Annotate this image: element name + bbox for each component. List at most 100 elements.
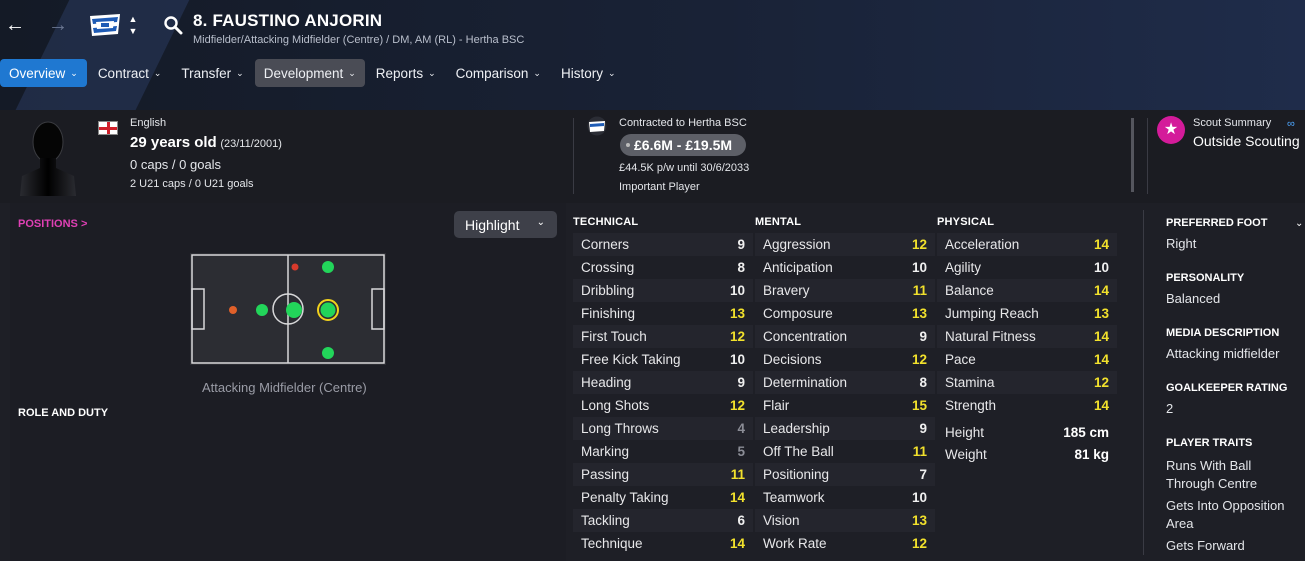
attribute-row[interactable]: Off The Ball 11 — [755, 440, 935, 463]
chevron-down-icon: ⌄ — [428, 67, 436, 78]
attribute-name: Long Shots — [581, 398, 650, 413]
u21-caps: 2 U21 caps / 0 U21 goals — [130, 178, 254, 190]
attribute-value: 6 — [737, 513, 745, 528]
forward-arrow-icon[interactable]: → — [47, 14, 69, 36]
attribute-name: Dribbling — [581, 283, 635, 298]
attribute-row[interactable]: Vision 13 — [755, 509, 935, 532]
tab-history[interactable]: History ⌄ — [552, 59, 625, 87]
tab-overview[interactable]: Overview ⌄ — [0, 59, 87, 87]
chevron-down-icon[interactable]: ⌄ — [1295, 218, 1303, 229]
chevron-down-icon: ⌄ — [607, 67, 616, 78]
goalkeeper-rating-heading: GOALKEEPER RATING — [1166, 382, 1288, 394]
attribute-name: Technique — [581, 536, 643, 551]
back-arrow-icon[interactable]: ← — [4, 14, 26, 36]
attribute-name: Natural Fitness — [945, 329, 1036, 344]
attribute-row[interactable]: Long Shots 12 — [573, 394, 753, 417]
tab-reports[interactable]: Reports ⌄ — [367, 59, 445, 87]
attribute-value: 7 — [919, 467, 927, 482]
attribute-row[interactable]: Passing 11 — [573, 463, 753, 486]
chevron-down-icon: ⌄ — [348, 67, 356, 78]
height-row: Height 185 cm — [945, 424, 1109, 440]
position-dot — [322, 261, 334, 273]
attribute-row[interactable]: Concentration 9 — [755, 325, 935, 348]
attribute-row[interactable]: Decisions 12 — [755, 348, 935, 371]
attribute-row[interactable]: Heading 9 — [573, 371, 753, 394]
attribute-row[interactable]: Acceleration 14 — [937, 233, 1117, 256]
attribute-name: Flair — [763, 398, 790, 413]
attribute-row[interactable]: Jumping Reach 13 — [937, 302, 1117, 325]
attribute-row[interactable]: Penalty Taking 14 — [573, 486, 753, 509]
chevron-down-icon: ⌄ — [70, 67, 78, 78]
attribute-value: 10 — [911, 260, 927, 275]
attribute-value: 12 — [911, 237, 927, 252]
attribute-row[interactable]: Natural Fitness 14 — [937, 325, 1117, 348]
attribute-row[interactable]: Pace 14 — [937, 348, 1117, 371]
binoculars-icon[interactable]: ∞ — [1287, 118, 1295, 130]
tab-contract[interactable]: Contract ⌄ — [89, 59, 171, 87]
attribute-value: 14 — [1093, 352, 1109, 367]
attribute-value: 9 — [737, 237, 745, 252]
positions-link[interactable]: POSITIONS > — [18, 218, 87, 230]
age-line: 29 years old (23/11/2001) — [130, 134, 282, 151]
attribute-row[interactable]: Balance 14 — [937, 279, 1117, 302]
attribute-row[interactable]: Stamina 12 — [937, 371, 1117, 394]
attribute-row[interactable]: Flair 15 — [755, 394, 935, 417]
attribute-name: Work Rate — [763, 536, 827, 551]
technical-attributes: Corners 9 Crossing 8 Dribbling 10 Finishing 13 F… — [573, 233, 753, 555]
attribute-value: 4 — [737, 421, 745, 436]
highlight-dropdown[interactable]: Highlight ⌄ — [454, 211, 557, 238]
attribute-value: 14 — [729, 536, 745, 551]
tab-comparison[interactable]: Comparison ⌄ — [447, 59, 550, 87]
attribute-row[interactable]: First Touch 12 — [573, 325, 753, 348]
attribute-row[interactable]: Corners 9 — [573, 233, 753, 256]
position-dot — [229, 306, 237, 314]
attribute-name: Vision — [763, 513, 800, 528]
attribute-row[interactable]: Free Kick Taking 10 — [573, 348, 753, 371]
star-icon: ★ — [1157, 116, 1185, 144]
club-badge-icon[interactable] — [88, 12, 122, 38]
player-trait-line: Gets Forward — [1166, 538, 1245, 553]
attribute-row[interactable]: Aggression 12 — [755, 233, 935, 256]
attribute-row[interactable]: Composure 13 — [755, 302, 935, 325]
player-traits-heading: PLAYER TRAITS — [1166, 437, 1253, 449]
position-dot — [322, 347, 334, 359]
attribute-row[interactable]: Teamwork 10 — [755, 486, 935, 509]
attribute-row[interactable]: Finishing 13 — [573, 302, 753, 325]
tab-development[interactable]: Development ⌄ — [254, 59, 365, 87]
player-switch-icon[interactable]: ▲ ▼ — [128, 13, 138, 37]
attribute-row[interactable]: Tackling 6 — [573, 509, 753, 532]
player-header: ← → ▲ ▼ 8. FAUSTINO ANJORIN Midfielder/At… — [0, 0, 1305, 110]
personality-value: Balanced — [1166, 291, 1221, 306]
attribute-row[interactable]: Work Rate 12 — [755, 532, 935, 555]
position-pitch — [190, 253, 386, 365]
attribute-row[interactable]: Strength 14 — [937, 394, 1117, 417]
tab-transfer[interactable]: Transfer ⌄ — [172, 59, 252, 87]
mental-heading: MENTAL — [755, 216, 802, 228]
position-dot — [291, 263, 299, 271]
attribute-name: Finishing — [581, 306, 636, 321]
chevron-down-icon: ⌄ — [533, 67, 541, 78]
attribute-row[interactable]: Determination 8 — [755, 371, 935, 394]
attribute-name: Composure — [763, 306, 833, 321]
attribute-value: 11 — [912, 444, 927, 459]
attribute-value: 11 — [912, 283, 927, 298]
attribute-row[interactable]: Technique 14 — [573, 532, 753, 555]
attribute-name: Corners — [581, 237, 630, 252]
attribute-value: 10 — [1093, 260, 1109, 275]
attribute-row[interactable]: Positioning 7 — [755, 463, 935, 486]
attribute-row[interactable]: Agility 10 — [937, 256, 1117, 279]
dot-icon — [626, 143, 630, 147]
attribute-row[interactable]: Dribbling 10 — [573, 279, 753, 302]
search-icon[interactable] — [163, 15, 183, 35]
attribute-row[interactable]: Crossing 8 — [573, 256, 753, 279]
attribute-value: 11 — [730, 467, 745, 482]
transfer-value-badge[interactable]: £6.6M - £19.5M — [620, 134, 746, 156]
attribute-row[interactable]: Anticipation 10 — [755, 256, 935, 279]
attribute-row[interactable]: Leadership 9 — [755, 417, 935, 440]
attribute-value: 12 — [911, 536, 927, 551]
divider — [1147, 118, 1148, 194]
scrollbar[interactable] — [1131, 118, 1134, 192]
attribute-row[interactable]: Long Throws 4 — [573, 417, 753, 440]
attribute-row[interactable]: Marking 5 — [573, 440, 753, 463]
attribute-row[interactable]: Bravery 11 — [755, 279, 935, 302]
